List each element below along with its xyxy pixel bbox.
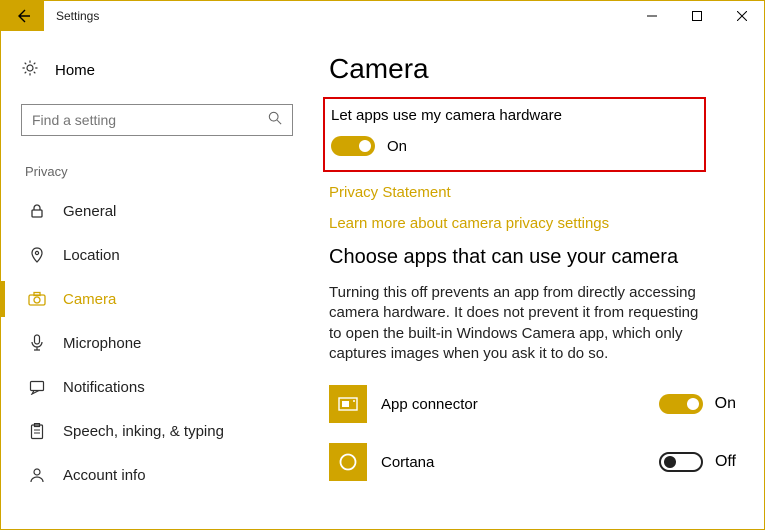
camera-icon xyxy=(25,291,49,307)
home-button[interactable]: Home xyxy=(1,49,311,92)
notifications-icon xyxy=(25,379,49,395)
location-icon xyxy=(25,247,49,263)
settings-window: Settings Home Pri xyxy=(0,0,765,530)
clipboard-icon xyxy=(25,423,49,440)
cortana-toggle[interactable] xyxy=(659,452,703,472)
window-title: Settings xyxy=(56,9,99,23)
sidebar-item-microphone[interactable]: Microphone xyxy=(1,321,311,365)
sidebar-item-label: Notifications xyxy=(63,379,145,396)
window-controls xyxy=(629,1,764,31)
sidebar-item-label: Location xyxy=(63,247,120,264)
search-icon xyxy=(268,111,282,130)
app-label: Cortana xyxy=(381,454,659,471)
sidebar-item-location[interactable]: Location xyxy=(1,233,311,277)
sidebar-item-label: Camera xyxy=(63,291,116,308)
main-panel: Camera Let apps use my camera hardware O… xyxy=(311,31,764,529)
close-button[interactable] xyxy=(719,1,764,31)
let-apps-state: On xyxy=(387,138,407,155)
let-apps-toggle[interactable] xyxy=(331,136,375,156)
sidebar-item-camera[interactable]: Camera xyxy=(1,277,311,321)
sidebar-item-speech[interactable]: Speech, inking, & typing xyxy=(1,409,311,453)
gear-icon xyxy=(21,59,39,82)
account-icon xyxy=(25,467,49,483)
titlebar: Settings xyxy=(1,1,764,31)
sidebar-item-notifications[interactable]: Notifications xyxy=(1,365,311,409)
app-connector-icon xyxy=(329,385,367,423)
app-toggle-state: Off xyxy=(715,453,736,471)
section-header-privacy: Privacy xyxy=(1,136,311,189)
minimize-button[interactable] xyxy=(629,1,674,31)
sidebar-item-label: Speech, inking, & typing xyxy=(63,423,224,440)
highlight-box: Let apps use my camera hardware On xyxy=(323,97,706,172)
home-label: Home xyxy=(55,62,95,79)
app-label: App connector xyxy=(381,396,659,413)
sidebar-item-general[interactable]: General xyxy=(1,189,311,233)
cortana-icon xyxy=(329,443,367,481)
app-connector-toggle[interactable] xyxy=(659,394,703,414)
sidebar-item-label: Microphone xyxy=(63,335,141,352)
learn-more-link[interactable]: Learn more about camera privacy settings xyxy=(329,215,736,232)
sidebar: Home Privacy General Location xyxy=(1,31,311,529)
page-title: Camera xyxy=(329,53,736,85)
maximize-button[interactable] xyxy=(674,1,719,31)
search-field[interactable] xyxy=(32,112,268,128)
app-row-app-connector: App connector On xyxy=(329,382,736,426)
let-apps-label: Let apps use my camera hardware xyxy=(331,107,690,124)
app-toggle-state: On xyxy=(715,395,736,413)
arrow-left-icon xyxy=(14,7,32,25)
sidebar-item-label: Account info xyxy=(63,467,146,484)
search-input[interactable] xyxy=(21,104,293,136)
choose-apps-header: Choose apps that can use your camera xyxy=(329,246,736,269)
microphone-icon xyxy=(25,334,49,352)
sidebar-item-account[interactable]: Account info xyxy=(1,453,311,497)
sidebar-item-label: General xyxy=(63,203,116,220)
privacy-statement-link[interactable]: Privacy Statement xyxy=(329,184,736,201)
lock-icon xyxy=(25,203,49,219)
back-button[interactable] xyxy=(1,1,44,31)
app-row-cortana: Cortana Off xyxy=(329,440,736,484)
choose-apps-description: Turning this off prevents an app from di… xyxy=(329,283,709,364)
